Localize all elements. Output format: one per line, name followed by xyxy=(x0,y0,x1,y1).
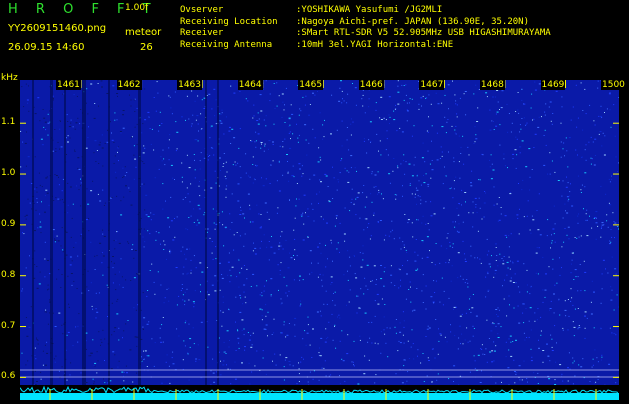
x-tick-label: 1465 xyxy=(298,80,323,90)
info-row-location: Receiving Location:Nagoya Aichi-pref. JA… xyxy=(180,17,551,29)
x-tick-label: 1466 xyxy=(359,80,384,90)
x-tick-label: 1464 xyxy=(238,80,263,90)
x-tick-label: 1469 xyxy=(541,80,566,90)
info-value: :YOSHIKAWA Yasufumi /JG2MLI xyxy=(296,5,442,15)
signal-trace-graph xyxy=(20,385,619,400)
y-tick-label: 0.9 xyxy=(1,219,15,229)
y-tick-label: 0.6 xyxy=(1,371,15,381)
x-tick-label: 1468 xyxy=(480,80,505,90)
info-key: Receiving Location xyxy=(180,17,296,29)
trace-line xyxy=(20,387,618,393)
station-info: Ovserver:YOSHIKAWA Yasufumi /JG2MLI Rece… xyxy=(180,5,551,51)
y-tick-label: 0.7 xyxy=(1,321,15,331)
meteor-label: meteor xyxy=(125,27,161,38)
spectrogram-plot xyxy=(20,80,619,385)
x-tick-label: 1500 xyxy=(601,80,626,90)
signal-trace xyxy=(20,385,619,400)
x-tick-label: 1462 xyxy=(117,80,142,90)
info-row-antenna: Receiving Antenna:10mH 3el.YAGI Horizont… xyxy=(180,40,551,52)
x-tick-label: 1461 xyxy=(56,80,81,90)
meteor-count: 26 xyxy=(140,42,153,53)
file-name: YY2609151460.png xyxy=(8,23,106,34)
x-tick-label: 1467 xyxy=(419,80,444,90)
app-version: 1.00f xyxy=(125,3,148,13)
info-value: :Nagoya Aichi-pref. JAPAN (136.90E, 35.2… xyxy=(296,17,529,27)
info-value: :SMart RTL-SDR V5 52.905MHz USB HIGASHIM… xyxy=(296,28,551,38)
axis-unit-label: kHz xyxy=(1,73,18,83)
x-tick-label: 1463 xyxy=(177,80,202,90)
y-tick-label: 0.8 xyxy=(1,270,15,280)
info-key: Receiver xyxy=(180,28,296,40)
info-row-receiver: Receiver:SMart RTL-SDR V5 52.905MHz USB … xyxy=(180,28,551,40)
info-value: :10mH 3el.YAGI Horizontal:ENE xyxy=(296,40,453,50)
date-time: 26.09.15 14:60 xyxy=(8,42,85,53)
y-tick-label: 1.0 xyxy=(1,168,15,178)
y-tick-label: 1.1 xyxy=(1,117,15,127)
spectrogram-noise xyxy=(20,80,619,385)
info-key: Receiving Antenna xyxy=(180,40,296,52)
header-panel: H R O F F T 1.00f YY2609151460.png meteo… xyxy=(0,0,629,70)
info-key: Ovserver xyxy=(180,5,296,17)
info-row-observer: Ovserver:YOSHIKAWA Yasufumi /JG2MLI xyxy=(180,5,551,17)
